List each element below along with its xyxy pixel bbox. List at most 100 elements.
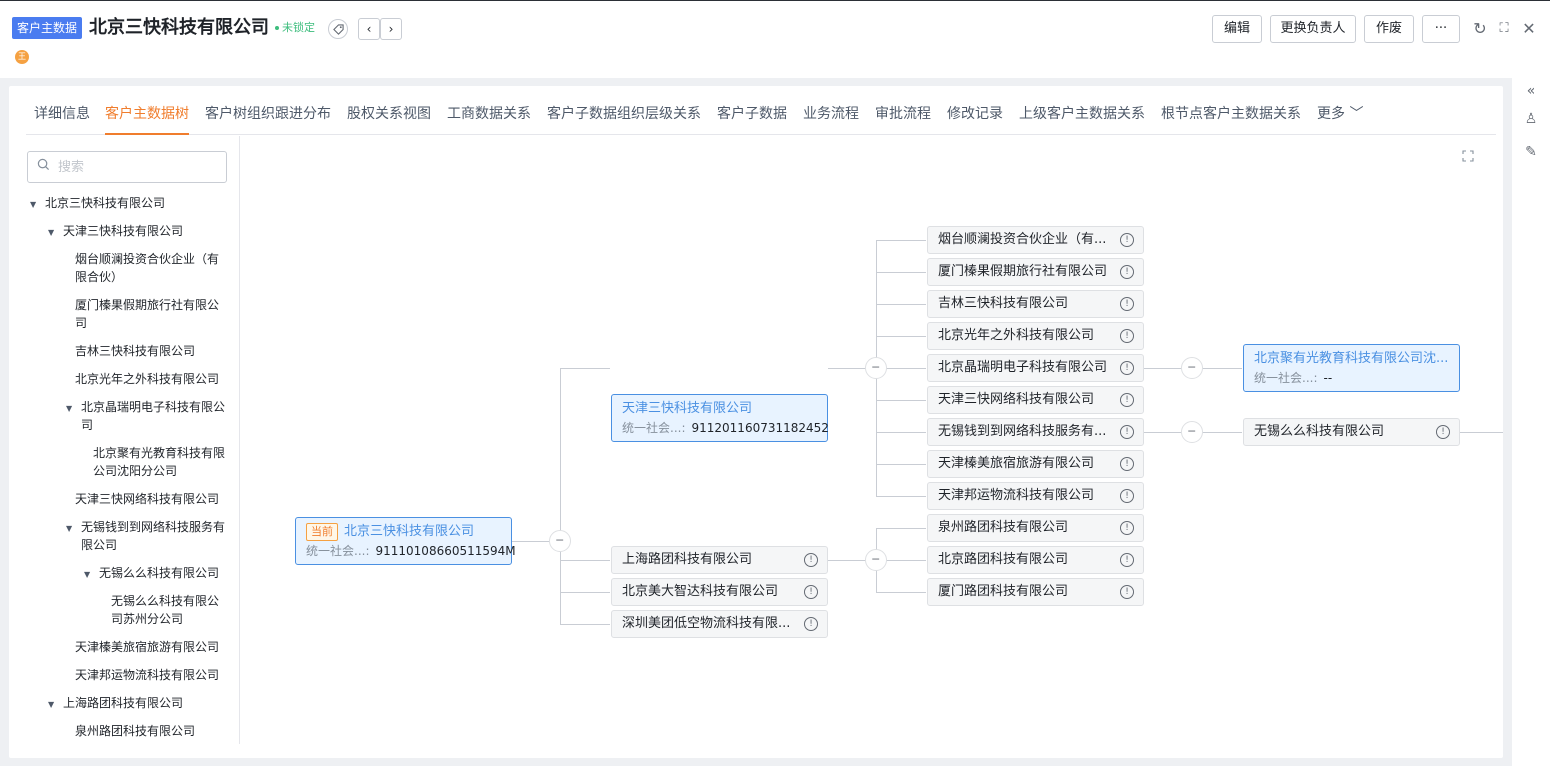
tab-parent-relation[interactable]: 上级客户主数据关系 [1019,99,1145,135]
caret-down-icon[interactable]: ▼ [66,524,72,533]
graph-node-label: 厦门路团科技有限公司 [938,584,1069,599]
graph-node[interactable]: 北京美大智达科技有限公司! [611,578,828,606]
tab-root-relation[interactable]: 根节点客户主数据关系 [1161,99,1301,135]
tab-approval-process[interactable]: 审批流程 [875,99,931,135]
tab-business-process[interactable]: 业务流程 [803,99,859,135]
graph-node[interactable]: 北京路团科技有限公司! [927,546,1144,574]
tree-node[interactable]: 无锡么么科技有限公司 [99,564,219,582]
tree-node[interactable]: 烟台顺澜投资合伙企业（有限合伙） [75,250,227,286]
graph-node[interactable]: 北京晶瑞明电子科技有限公司! [927,354,1144,382]
tree-node[interactable]: 天津榛美旅宿旅游有限公司 [75,638,219,656]
tree-node[interactable]: 天津三快科技有限公司 [63,222,183,240]
info-icon[interactable]: ! [1120,489,1134,503]
tab-sub-data-hierarchy[interactable]: 客户子数据组织层级关系 [547,99,701,135]
tree-node[interactable]: 天津三快网络科技有限公司 [75,490,219,508]
collapse-toggle[interactable]: − [1176,352,1208,384]
tree-node[interactable]: 北京光年之外科技有限公司 [75,370,219,388]
current-tag: 当前 [306,523,338,541]
info-icon[interactable]: ! [1120,329,1134,343]
refresh-icon[interactable]: ↻ [1471,19,1489,39]
info-icon[interactable]: ! [804,553,818,567]
connector [876,464,926,465]
tree-node[interactable]: 厦门榛果假期旅行社有限公司 [75,296,227,332]
tree-node[interactable]: 天津邦运物流科技有限公司 [75,666,219,684]
info-icon[interactable]: ! [1120,553,1134,567]
tab-change-log[interactable]: 修改记录 [947,99,1003,135]
tag-icon[interactable] [328,19,348,39]
collapse-panel-icon[interactable]: « [1522,82,1540,100]
graph-node[interactable]: 无锡钱到到网络科技服务有...! [927,418,1144,446]
info-icon[interactable]: ! [1120,521,1134,535]
expand-icon[interactable]: ⛶ [1495,19,1513,39]
connector [560,592,610,593]
tab-sub-data[interactable]: 客户子数据 [717,99,787,135]
tab-org-distribution[interactable]: 客户树组织跟进分布 [205,99,331,135]
note-icon[interactable]: ✎ [1522,143,1540,161]
graph-node[interactable]: 吉林三快科技有限公司! [927,290,1144,318]
search-box[interactable] [27,151,227,183]
caret-down-icon[interactable]: ▼ [66,404,72,413]
tree-node[interactable]: 上海路团科技有限公司 [63,694,183,712]
change-owner-button[interactable]: 更换负责人 [1270,15,1356,43]
graph-node-label: 天津榛美旅宿旅游有限公司 [938,456,1095,471]
more-actions-button[interactable]: ··· [1422,15,1460,43]
info-icon[interactable]: ! [1120,233,1134,247]
tab-customer-tree[interactable]: 客户主数据树 [105,99,189,135]
caret-down-icon[interactable]: ▼ [48,228,54,237]
team-icon[interactable]: ♙ [1522,110,1540,128]
prev-record-button[interactable]: ‹ [358,18,380,40]
tree-node[interactable]: 吉林三快科技有限公司 [75,342,195,360]
root-node[interactable]: 当前 北京三快科技有限公司 统一社会...: 91110108660511594M [295,517,516,565]
jingrui-child-node[interactable]: 北京聚有光教育科技有限公司沈... 统一社会...: -- [1243,344,1460,392]
graph-node[interactable]: 天津榛美旅宿旅游有限公司! [927,450,1144,478]
info-icon[interactable]: ! [1120,297,1134,311]
caret-down-icon[interactable]: ▼ [84,570,90,579]
tab-detail[interactable]: 详细信息 [34,99,90,135]
close-icon[interactable]: ✕ [1520,19,1538,39]
next-record-button[interactable]: › [380,18,402,40]
collapse-toggle[interactable]: − [860,352,892,384]
info-icon[interactable]: ! [1120,265,1134,279]
tree-node[interactable]: 北京晶瑞明电子科技有限公司 [81,398,229,434]
graph-node[interactable]: 深圳美团低空物流科技有限...! [611,610,828,638]
info-icon[interactable]: ! [804,585,818,599]
graph-node[interactable]: 厦门榛果假期旅行社有限公司! [927,258,1144,286]
search-input[interactable] [58,157,218,177]
info-icon[interactable]: ! [1436,425,1450,439]
tree-node[interactable]: 北京三快科技有限公司 [45,194,165,212]
collapse-toggle[interactable]: − [860,544,892,576]
info-icon[interactable]: ! [1120,457,1134,471]
tree-node[interactable]: 无锡么么科技有限公司苏州分公司 [111,592,229,628]
tree-node[interactable]: 泉州路团科技有限公司 [75,722,195,740]
info-icon[interactable]: ! [1120,393,1134,407]
graph-node[interactable]: 北京光年之外科技有限公司! [927,322,1144,350]
void-button[interactable]: 作废 [1364,15,1414,43]
graph-node[interactable]: 天津邦运物流科技有限公司! [927,482,1144,510]
collapse-toggle[interactable]: − [1176,416,1208,448]
tianjin-node[interactable]: 天津三快科技有限公司 统一社会...: 911201160731182452 [611,394,829,442]
tab-equity-view[interactable]: 股权关系视图 [347,99,431,135]
graph-node-label: 北京路团科技有限公司 [938,552,1069,567]
tab-more[interactable]: 更多 ﹀ [1317,99,1363,135]
edit-button[interactable]: 编辑 [1212,15,1262,43]
fullscreen-icon[interactable] [1462,150,1476,164]
owner-avatar[interactable]: 王 [15,50,29,64]
info-icon[interactable]: ! [804,617,818,631]
tree-node[interactable]: 无锡钱到到网络科技服务有限公司 [81,518,229,554]
tab-business-data[interactable]: 工商数据关系 [447,99,531,135]
graph-node[interactable]: 无锡么么科技有限公司! [1243,418,1460,446]
caret-down-icon[interactable]: ▼ [48,700,54,709]
root-node-credit: 统一社会...: 91110108660511594M [306,543,516,560]
graph-node[interactable]: 烟台顺澜投资合伙企业（有...! [927,226,1144,254]
info-icon[interactable]: ! [1120,425,1134,439]
graph-node[interactable]: 泉州路团科技有限公司! [927,514,1144,542]
collapse-symbol: − [555,534,565,547]
graph-node[interactable]: 上海路团科技有限公司! [611,546,828,574]
tree-node[interactable]: 北京聚有光教育科技有限公司沈阳分公司 [93,444,229,480]
caret-down-icon[interactable]: ▼ [30,200,36,209]
collapse-toggle[interactable]: − [544,525,576,557]
graph-node[interactable]: 天津三快网络科技有限公司! [927,386,1144,414]
info-icon[interactable]: ! [1120,361,1134,375]
info-icon[interactable]: ! [1120,585,1134,599]
graph-node[interactable]: 厦门路团科技有限公司! [927,578,1144,606]
